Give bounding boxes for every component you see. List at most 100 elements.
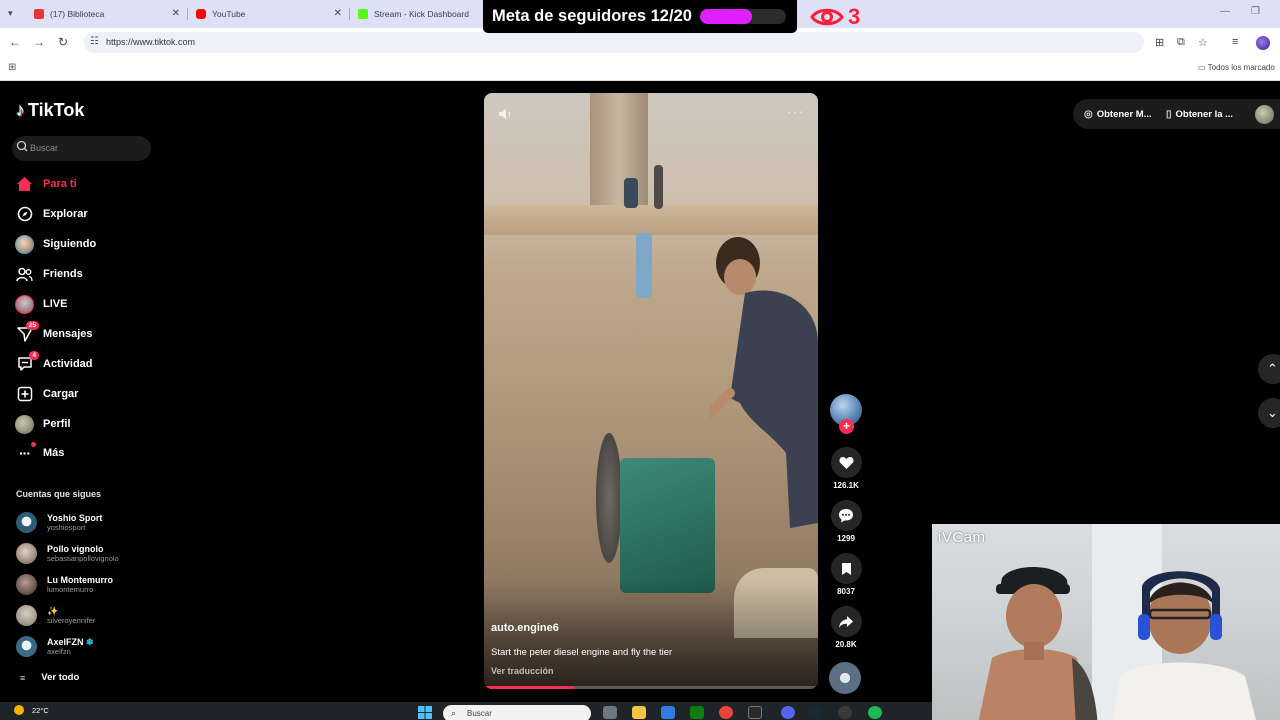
obs-icon[interactable] <box>838 706 852 719</box>
temperature: 22°C <box>32 705 49 715</box>
all-bookmarks-label: Todos los marcado <box>1207 63 1275 72</box>
tab-kick-dashboard[interactable]: Stream - Kick Dashboard <box>350 3 482 25</box>
nav-cargar[interactable]: Cargar <box>15 383 78 405</box>
nav-friends[interactable]: Friends <box>15 263 83 285</box>
address-bar[interactable]: ☷ https://www.tiktok.com <box>84 32 1144 53</box>
tiktok-logo[interactable]: ♪ TikTok <box>16 100 84 121</box>
nav-label: Para ti <box>43 178 77 190</box>
nav-para-ti[interactable]: Para ti <box>15 173 77 195</box>
windows-taskbar: 22°C ⌕ Buscar <box>0 702 932 720</box>
tab-title: (17) Biblioteca <box>50 9 105 19</box>
all-bookmarks-button[interactable]: ▭ Todos los marcado <box>1198 63 1275 72</box>
tab-biblioteca[interactable]: (17) Biblioteca ✕ <box>26 3 186 25</box>
apps-grid-icon[interactable]: ⊞ <box>8 62 16 73</box>
epic-games-icon[interactable] <box>748 706 762 719</box>
xbox-icon[interactable] <box>690 706 704 719</box>
get-coins-button[interactable]: ◎ Obtener M... <box>1084 102 1152 126</box>
next-video-chevron-down-icon[interactable]: ⌄ <box>1258 398 1280 428</box>
video-more-options-icon[interactable]: ··· <box>787 103 804 119</box>
nav-siguiendo[interactable]: Siguiendo <box>15 233 96 255</box>
following-account-lu-montemurro[interactable]: Lu Montemurro lumontemurro <box>16 572 113 596</box>
comment-count: 1299 <box>837 534 855 543</box>
bookmarks-bar: ⊞ ▭ Todos los marcado <box>0 57 1280 81</box>
search-input[interactable] <box>30 140 140 156</box>
back-icon[interactable]: ← <box>9 35 21 49</box>
file-explorer-icon[interactable] <box>632 706 646 719</box>
url-text: https://www.tiktok.com <box>106 37 196 47</box>
account-avatar <box>16 511 37 533</box>
kick-icon <box>358 9 368 19</box>
messages-icon: 25 <box>15 320 39 344</box>
nav-live[interactable]: LIVE <box>15 293 67 315</box>
browser-profile-avatar[interactable] <box>1256 36 1270 50</box>
upload-icon <box>15 385 34 404</box>
get-app-button[interactable]: ▯ Obtener la ... <box>1166 102 1233 126</box>
more-notification-dot <box>31 441 36 447</box>
video-author[interactable]: auto.engine6 <box>491 622 559 634</box>
steam-icon[interactable] <box>808 706 822 719</box>
bookmark-star-icon[interactable]: ☆ <box>1198 36 1208 49</box>
nav-perfil[interactable]: Perfil <box>15 413 71 435</box>
account-name: AxelFZN ❄ <box>47 637 94 647</box>
browser-app-icon[interactable] <box>781 706 795 719</box>
comment-button[interactable]: 1299 <box>829 500 863 543</box>
video-scene-person <box>654 165 663 209</box>
site-info-icon[interactable]: ☷ <box>90 36 99 47</box>
sound-disc-icon[interactable] <box>829 662 861 694</box>
user-avatar[interactable] <box>1255 105 1274 124</box>
save-button[interactable]: 8037 <box>829 553 863 596</box>
search-box[interactable] <box>12 136 151 161</box>
close-tab-icon[interactable]: ✕ <box>172 8 180 19</box>
windows-start-icon[interactable] <box>418 706 432 719</box>
following-account-axelfzn[interactable]: AxelFZN ❄ axelfzn <box>16 634 94 658</box>
video-description: Start the peter diesel engine and fly th… <box>491 647 673 658</box>
following-account-pollo-vignolo[interactable]: Pollo vignolo sebastianpollovignolo <box>16 541 119 565</box>
following-account-yoshio-sport[interactable]: Yoshio Sport yoshiosport <box>16 510 102 534</box>
account-avatar <box>16 604 37 626</box>
nav-label: Cargar <box>43 388 79 400</box>
following-account-silveroyennifer[interactable]: ✨ silveroyennifer <box>16 603 95 627</box>
screen: ▾ (17) Biblioteca ✕ YouTube ✕ Stream - K… <box>0 0 1280 720</box>
list-icon: ≡ <box>20 672 26 683</box>
see-all-button[interactable]: ≡ Ver todo <box>20 672 79 683</box>
taskbar-search[interactable]: ⌕ Buscar <box>443 705 591 720</box>
follow-plus-icon[interactable]: + <box>839 419 854 434</box>
volume-icon[interactable] <box>498 107 514 121</box>
like-count: 126.1K <box>833 481 859 490</box>
tab-title: YouTube <box>212 9 246 19</box>
tab-search-chevron-icon[interactable]: ▾ <box>8 8 13 19</box>
store-icon[interactable] <box>661 706 675 719</box>
nav-label: LIVE <box>43 298 68 310</box>
task-view-icon[interactable] <box>603 706 617 719</box>
home-icon <box>15 175 34 194</box>
profile-avatar-icon <box>15 414 34 434</box>
like-button[interactable]: 126.1K <box>829 447 863 490</box>
close-tab-icon[interactable]: ✕ <box>334 8 342 19</box>
video-player[interactable]: ··· auto.engine6 Start the peter diesel … <box>484 93 818 689</box>
follower-goal-overlay: Meta de seguidores 12/20 <box>483 0 797 33</box>
restore-icon[interactable]: ❐ <box>1251 6 1260 17</box>
forward-icon[interactable]: → <box>33 35 45 49</box>
nav-mas[interactable]: ··· Más <box>15 441 64 464</box>
nav-actividad[interactable]: 4 Actividad <box>15 350 93 375</box>
account-name: Lu Montemurro <box>47 574 113 585</box>
following-avatar-icon <box>15 234 34 254</box>
weather-widget[interactable]: 22°C <box>14 705 49 715</box>
reading-list-icon[interactable]: ≡ <box>1232 36 1238 48</box>
spotify-icon[interactable] <box>868 706 882 719</box>
nav-mensajes[interactable]: 25 Mensajes <box>15 320 93 345</box>
chrome-icon[interactable] <box>719 706 733 719</box>
share-button[interactable]: 20.8K <box>829 606 863 649</box>
reload-icon[interactable]: ↻ <box>58 35 68 49</box>
video-progress-bar[interactable] <box>484 686 818 689</box>
previous-video-chevron-up-icon[interactable]: ⌃ <box>1258 354 1280 384</box>
webcam-person-right <box>1112 571 1256 720</box>
tab-youtube[interactable]: YouTube ✕ <box>188 3 348 25</box>
install-app-icon[interactable]: ⧉ <box>1177 36 1185 49</box>
video-scene-person <box>636 233 652 298</box>
translate-icon[interactable]: ⊞ <box>1155 36 1164 49</box>
see-translation-link[interactable]: Ver traducción <box>491 666 554 676</box>
nav-explorar[interactable]: Explorar <box>15 203 88 225</box>
minimize-icon[interactable]: — <box>1220 6 1230 17</box>
get-app-label: Obtener la ... <box>1175 108 1234 120</box>
